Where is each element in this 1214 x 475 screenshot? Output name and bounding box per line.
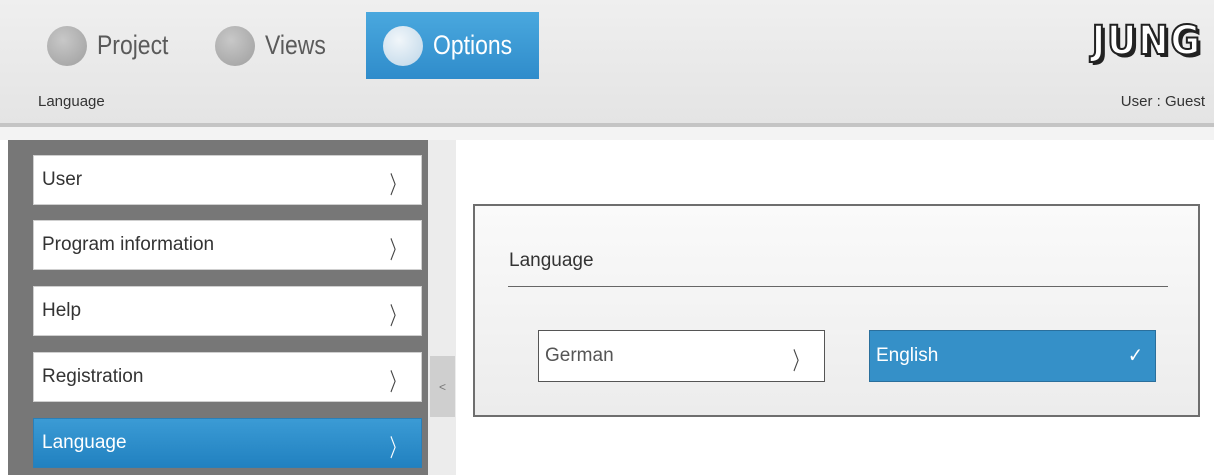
sidebar-item-label: User: [42, 169, 83, 190]
sidebar-item-help[interactable]: Help 〉: [33, 286, 422, 336]
collapse-sidebar-button[interactable]: <: [430, 356, 455, 417]
language-option-label: English: [876, 345, 939, 366]
sidebar-collapse-strip: [428, 140, 456, 475]
sidebar-item-label: Help: [42, 300, 82, 321]
breadcrumb: Language: [38, 93, 105, 110]
checkmark-icon: ✓: [1127, 343, 1143, 367]
tab-project[interactable]: Project: [37, 12, 187, 79]
options-circle-icon: [383, 25, 423, 66]
tab-options[interactable]: Options: [366, 12, 539, 79]
sidebar-item-registration[interactable]: Registration 〉: [33, 352, 422, 402]
chevron-right-icon: 〉: [389, 368, 405, 396]
tab-views-label: Views: [265, 30, 326, 60]
sidebar-item-user[interactable]: User 〉: [33, 155, 422, 205]
sidebar-item-label: Program information: [42, 234, 215, 255]
panel-title: Language: [509, 250, 594, 271]
sidebar-item-program-information[interactable]: Program information 〉: [33, 220, 422, 270]
header-spacer: [0, 127, 1214, 140]
tab-project-label: Project: [97, 30, 169, 60]
sidebar: User 〉 Program information 〉 Help 〉 Regi…: [8, 140, 428, 475]
chevron-right-icon: 〉: [389, 434, 405, 462]
user-status: User : Guest: [1120, 93, 1205, 110]
sidebar-item-label: Language: [42, 432, 127, 453]
sidebar-item-language[interactable]: Language 〉: [33, 418, 422, 468]
language-option-english[interactable]: English ✓: [869, 330, 1156, 382]
language-panel: Language German 〉 English ✓: [473, 204, 1200, 417]
jung-logo: JUNG: [1091, 17, 1202, 65]
views-circle-icon: [215, 25, 255, 66]
chevron-left-icon: <: [438, 379, 446, 394]
tab-options-label: Options: [433, 30, 513, 60]
tab-views[interactable]: Views: [205, 12, 355, 79]
language-option-german[interactable]: German 〉: [538, 330, 825, 382]
chevron-right-icon: 〉: [389, 302, 405, 330]
chevron-right-icon: 〉: [389, 171, 405, 199]
project-circle-icon: [47, 25, 87, 66]
chevron-right-icon: 〉: [792, 347, 808, 375]
top-header: Project Views Options JUNG Language User…: [0, 0, 1214, 125]
language-option-label: German: [545, 345, 614, 366]
panel-divider: [508, 286, 1168, 287]
chevron-right-icon: 〉: [389, 236, 405, 264]
sidebar-item-label: Registration: [42, 366, 144, 387]
